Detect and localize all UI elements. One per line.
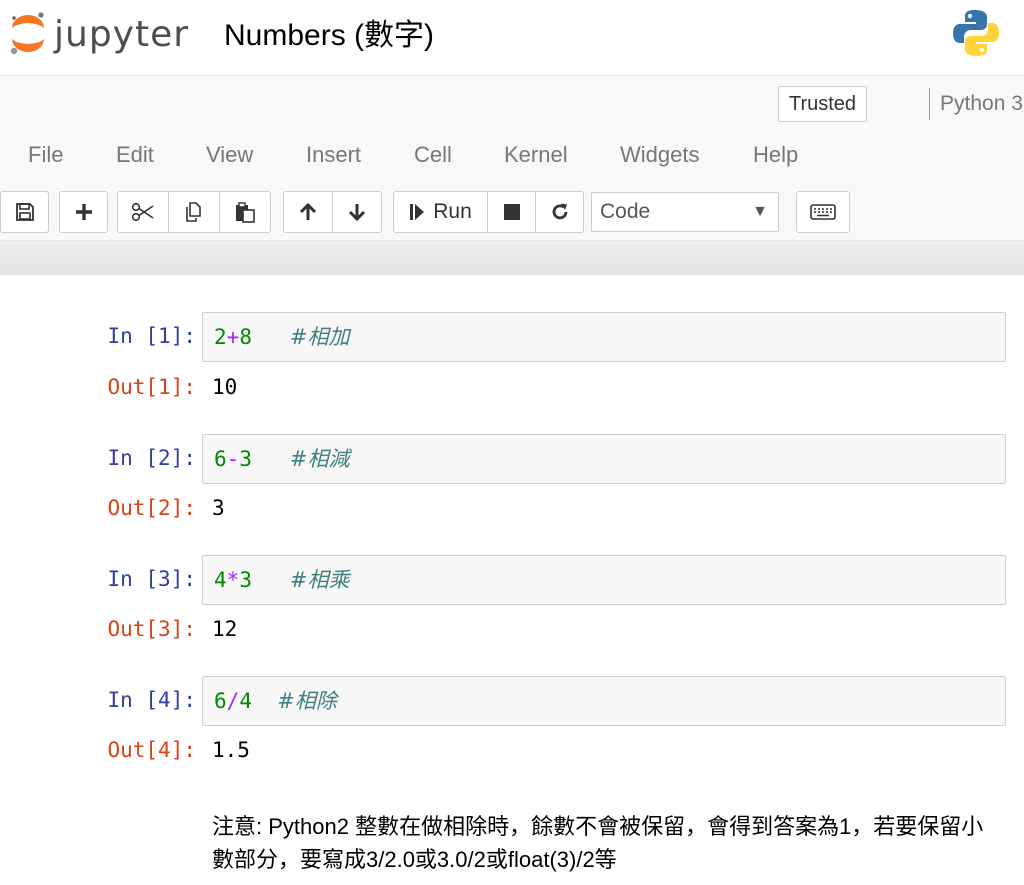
menu-insert[interactable]: Insert	[306, 142, 361, 168]
header-divider	[0, 241, 1024, 275]
trusted-badge[interactable]: Trusted	[778, 86, 867, 122]
in-prompt: In [1]:	[107, 324, 196, 348]
code-operand: 2	[214, 325, 227, 349]
code-operand: 4	[214, 568, 227, 592]
in-prompt: In [4]:	[107, 688, 196, 712]
python-logo-icon	[953, 10, 999, 56]
code-operand: 8	[239, 325, 252, 349]
out-prompt: Out[4]:	[107, 738, 196, 762]
restart-icon	[552, 203, 567, 220]
menu-help[interactable]: Help	[753, 142, 798, 168]
save-group	[0, 191, 49, 233]
in-prompt: In [2]:	[107, 446, 196, 470]
keyboard-group	[796, 191, 850, 233]
code-operator: /	[226, 689, 240, 713]
move-down-button[interactable]	[332, 191, 382, 233]
code-operand: 4	[239, 689, 252, 713]
restart-button[interactable]	[535, 191, 584, 233]
notebook-title[interactable]: Numbers (數字)	[224, 10, 434, 54]
header: jupyter Numbers (數字)	[0, 0, 1024, 75]
menu-view[interactable]: View	[206, 142, 253, 168]
kernel-indicator[interactable]: Python 3	[929, 88, 1023, 120]
save-button[interactable]	[0, 191, 49, 233]
copy-button[interactable]	[168, 191, 220, 233]
menubar: File Edit View Insert Cell Kernel Widget…	[0, 138, 1024, 178]
cell-type-value: Code	[600, 200, 651, 223]
code-operand: 3	[239, 447, 252, 471]
command-palette-button[interactable]	[796, 191, 850, 233]
out-prompt: Out[1]:	[107, 375, 196, 399]
jupyter-logo[interactable]: jupyter	[8, 10, 198, 58]
cell-type-select[interactable]: Code ▼	[591, 192, 779, 232]
code-spacer	[252, 447, 290, 471]
code-comment: #相加	[289, 325, 350, 349]
step-forward-icon	[410, 204, 425, 220]
menubar-container: Trusted Python 3 File Edit View Insert C…	[0, 75, 1024, 241]
code-comment: #相減	[289, 447, 350, 471]
menu-cell[interactable]: Cell	[414, 142, 452, 168]
stop-icon	[503, 204, 520, 220]
keyboard-icon	[810, 204, 836, 220]
menu-kernel[interactable]: Kernel	[504, 142, 568, 168]
save-icon	[15, 203, 34, 221]
notebook-container: In [1]: 2+8 #相加 Out[1]: 10 In [2]: 6-3 #…	[0, 275, 1024, 885]
code-operand: 3	[239, 568, 252, 592]
toolbar: Run Code ▼	[0, 191, 1024, 235]
markdown-cell[interactable]: 注意: Python2 整數在做相除時，餘數不會被保留，會得到答案為1，若要保留…	[212, 810, 1002, 876]
cell-output: 12	[212, 617, 238, 641]
cut-button[interactable]	[117, 191, 169, 233]
out-prompt: Out[2]:	[107, 496, 196, 520]
run-group: Run	[393, 191, 584, 233]
cell-output: 10	[212, 375, 238, 399]
code-operator: +	[226, 325, 240, 349]
out-prompt: Out[3]:	[107, 617, 196, 641]
code-comment: #相除	[277, 689, 337, 713]
move-up-button[interactable]	[283, 191, 333, 233]
run-label: Run	[433, 200, 472, 223]
paste-button[interactable]	[219, 191, 271, 233]
code-operand: 6	[214, 689, 227, 713]
code-operator: *	[226, 568, 240, 592]
cell-output: 1.5	[212, 738, 250, 762]
copy-icon	[186, 202, 201, 222]
plus-icon	[75, 204, 92, 220]
arrow-up-icon	[299, 202, 317, 220]
cut-icon	[131, 202, 154, 222]
jupyter-logo-icon	[10, 12, 44, 55]
menu-edit[interactable]: Edit	[116, 142, 154, 168]
code-operand: 6	[214, 447, 227, 471]
chevron-down-icon: ▼	[752, 203, 768, 220]
code-spacer	[252, 568, 290, 592]
insert-cell-button[interactable]	[59, 191, 108, 233]
code-operator: -	[226, 447, 240, 471]
menu-file[interactable]: File	[28, 142, 63, 168]
code-cell-input[interactable]: 4*3 #相乘	[202, 555, 1006, 605]
logo-text: jupyter	[54, 14, 190, 55]
cell-output: 3	[212, 496, 225, 520]
code-cell-input[interactable]: 2+8 #相加	[202, 312, 1006, 362]
code-spacer	[252, 325, 290, 349]
interrupt-button[interactable]	[487, 191, 536, 233]
menu-widgets[interactable]: Widgets	[620, 142, 699, 168]
paste-icon	[236, 202, 255, 223]
arrow-down-icon	[348, 204, 366, 222]
move-group	[283, 191, 382, 233]
edit-group	[117, 191, 271, 233]
insert-group	[59, 191, 108, 233]
code-comment: #相乘	[289, 568, 350, 592]
in-prompt: In [3]:	[107, 567, 196, 591]
code-cell-input[interactable]: 6-3 #相減	[202, 434, 1006, 484]
run-button[interactable]: Run	[393, 191, 488, 233]
code-spacer	[252, 689, 277, 713]
code-cell-input[interactable]: 6/4 #相除	[202, 676, 1006, 726]
